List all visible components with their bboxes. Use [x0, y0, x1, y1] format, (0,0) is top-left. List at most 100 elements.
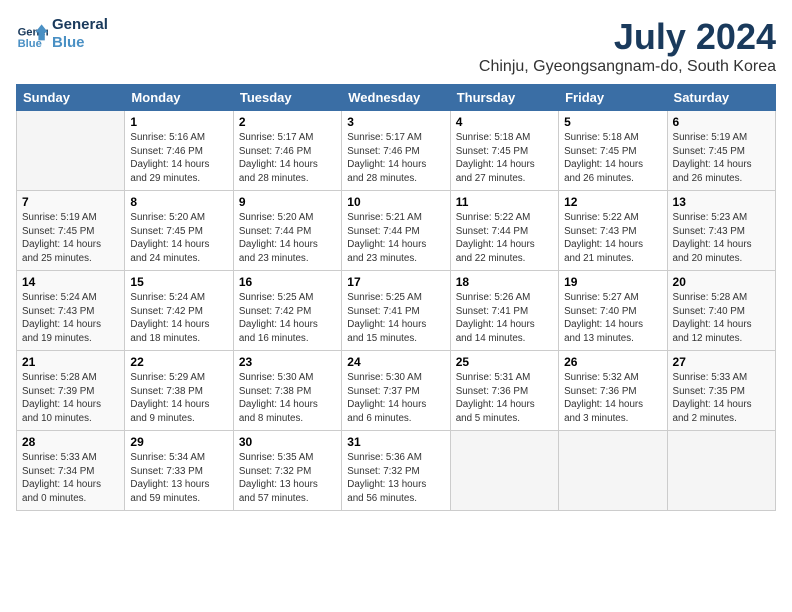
day-number: 25 — [456, 355, 553, 369]
day-info: Sunrise: 5:19 AM Sunset: 7:45 PM Dayligh… — [22, 211, 119, 266]
header-saturday: Saturday — [667, 85, 775, 111]
day-number: 28 — [22, 435, 119, 449]
calendar-header-row: SundayMondayTuesdayWednesdayThursdayFrid… — [17, 85, 776, 111]
calendar-day-11: 11 Sunrise: 5:22 AM Sunset: 7:44 PM Dayli… — [450, 191, 558, 271]
title-block: July 2024 Chinju, Gyeongsangnam-do, Sout… — [479, 16, 776, 76]
day-info: Sunrise: 5:31 AM Sunset: 7:36 PM Dayligh… — [456, 371, 553, 426]
day-info: Sunrise: 5:33 AM Sunset: 7:34 PM Dayligh… — [22, 451, 119, 506]
calendar-day-14: 14Sunrise: 5:24 AM Sunset: 7:43 PM Dayli… — [17, 271, 125, 351]
day-info: Sunrise: 5:17 AM Sunset: 7:46 PM Dayligh… — [347, 131, 444, 186]
calendar-day-13: 13Sunrise: 5:23 AM Sunset: 7:43 PM Dayli… — [667, 191, 775, 271]
calendar-day-1: 1 Sunrise: 5:16 AM Sunset: 7:46 PM Daylig… — [125, 111, 233, 191]
calendar-day-21: 21Sunrise: 5:28 AM Sunset: 7:39 PM Dayli… — [17, 351, 125, 431]
day-number: 30 — [239, 435, 336, 449]
day-info: Sunrise: 5:20 AM Sunset: 7:45 PM Dayligh… — [130, 211, 227, 266]
calendar-day-18: 18Sunrise: 5:26 AM Sunset: 7:41 PM Dayli… — [450, 271, 558, 351]
day-info: Sunrise: 5:22 AM Sunset: 7:44 PM Dayligh… — [456, 211, 553, 266]
calendar-day-15: 15 Sunrise: 5:24 AM Sunset: 7:42 PM Dayli… — [125, 271, 233, 351]
logo-icon: General Blue — [16, 18, 48, 50]
svg-text:Blue: Blue — [18, 38, 42, 50]
calendar-week-row: 1 Sunrise: 5:16 AM Sunset: 7:46 PM Daylig… — [17, 111, 776, 191]
calendar-day-16: 16Sunrise: 5:25 AM Sunset: 7:42 PM Dayli… — [233, 271, 341, 351]
day-number: 29 — [130, 435, 227, 449]
calendar-day-17: 17 Sunrise: 5:25 AM Sunset: 7:41 PM Dayli… — [342, 271, 450, 351]
day-number: 20 — [673, 275, 770, 289]
day-info: Sunrise: 5:32 AM Sunset: 7:36 PM Dayligh… — [564, 371, 661, 426]
header-thursday: Thursday — [450, 85, 558, 111]
day-number: 15 — [130, 275, 227, 289]
day-number: 13 — [673, 195, 770, 209]
calendar-table: SundayMondayTuesdayWednesdayThursdayFrid… — [16, 84, 776, 511]
calendar-day-27: 27 Sunrise: 5:33 AM Sunset: 7:35 PM Dayli… — [667, 351, 775, 431]
calendar-day-28: 28 Sunrise: 5:33 AM Sunset: 7:34 PM Dayli… — [17, 431, 125, 511]
day-info: Sunrise: 5:25 AM Sunset: 7:42 PM Dayligh… — [239, 291, 336, 346]
calendar-day-26: 26 Sunrise: 5:32 AM Sunset: 7:36 PM Dayli… — [559, 351, 667, 431]
calendar-day-empty — [17, 111, 125, 191]
day-number: 14 — [22, 275, 119, 289]
day-number: 7 — [22, 195, 119, 209]
calendar-day-25: 25 Sunrise: 5:31 AM Sunset: 7:36 PM Dayli… — [450, 351, 558, 431]
calendar-day-23: 23 Sunrise: 5:30 AM Sunset: 7:38 PM Dayli… — [233, 351, 341, 431]
calendar-day-5: 5 Sunrise: 5:18 AM Sunset: 7:45 PM Daylig… — [559, 111, 667, 191]
day-number: 23 — [239, 355, 336, 369]
calendar-day-31: 31 Sunrise: 5:36 AM Sunset: 7:32 PM Dayli… — [342, 431, 450, 511]
logo-text-line2: Blue — [52, 34, 108, 52]
day-info: Sunrise: 5:33 AM Sunset: 7:35 PM Dayligh… — [673, 371, 770, 426]
day-number: 5 — [564, 115, 661, 129]
calendar-day-29: 29 Sunrise: 5:34 AM Sunset: 7:33 PM Dayli… — [125, 431, 233, 511]
day-number: 11 — [456, 195, 553, 209]
day-number: 6 — [673, 115, 770, 129]
day-info: Sunrise: 5:18 AM Sunset: 7:45 PM Dayligh… — [564, 131, 661, 186]
calendar-week-row: 28 Sunrise: 5:33 AM Sunset: 7:34 PM Dayli… — [17, 431, 776, 511]
day-info: Sunrise: 5:25 AM Sunset: 7:41 PM Dayligh… — [347, 291, 444, 346]
calendar-day-3: 3Sunrise: 5:17 AM Sunset: 7:46 PM Daylig… — [342, 111, 450, 191]
day-number: 8 — [130, 195, 227, 209]
calendar-day-24: 24 Sunrise: 5:30 AM Sunset: 7:37 PM Dayli… — [342, 351, 450, 431]
day-number: 31 — [347, 435, 444, 449]
day-number: 17 — [347, 275, 444, 289]
day-info: Sunrise: 5:30 AM Sunset: 7:38 PM Dayligh… — [239, 371, 336, 426]
day-info: Sunrise: 5:36 AM Sunset: 7:32 PM Dayligh… — [347, 451, 444, 506]
day-info: Sunrise: 5:20 AM Sunset: 7:44 PM Dayligh… — [239, 211, 336, 266]
day-number: 22 — [130, 355, 227, 369]
day-number: 26 — [564, 355, 661, 369]
day-info: Sunrise: 5:30 AM Sunset: 7:37 PM Dayligh… — [347, 371, 444, 426]
calendar-day-empty — [559, 431, 667, 511]
calendar-day-9: 9 Sunrise: 5:20 AM Sunset: 7:44 PM Daylig… — [233, 191, 341, 271]
day-info: Sunrise: 5:27 AM Sunset: 7:40 PM Dayligh… — [564, 291, 661, 346]
day-number: 12 — [564, 195, 661, 209]
calendar-day-12: 12 Sunrise: 5:22 AM Sunset: 7:43 PM Dayli… — [559, 191, 667, 271]
logo-text-line1: General — [52, 16, 108, 34]
day-info: Sunrise: 5:34 AM Sunset: 7:33 PM Dayligh… — [130, 451, 227, 506]
calendar-day-8: 8 Sunrise: 5:20 AM Sunset: 7:45 PM Daylig… — [125, 191, 233, 271]
header-wednesday: Wednesday — [342, 85, 450, 111]
header-sunday: Sunday — [17, 85, 125, 111]
calendar-day-7: 7 Sunrise: 5:19 AM Sunset: 7:45 PM Daylig… — [17, 191, 125, 271]
header-friday: Friday — [559, 85, 667, 111]
location-title: Chinju, Gyeongsangnam-do, South Korea — [479, 58, 776, 76]
day-number: 2 — [239, 115, 336, 129]
day-number: 18 — [456, 275, 553, 289]
day-info: Sunrise: 5:21 AM Sunset: 7:44 PM Dayligh… — [347, 211, 444, 266]
day-info: Sunrise: 5:28 AM Sunset: 7:39 PM Dayligh… — [22, 371, 119, 426]
day-info: Sunrise: 5:24 AM Sunset: 7:42 PM Dayligh… — [130, 291, 227, 346]
calendar-week-row: 14Sunrise: 5:24 AM Sunset: 7:43 PM Dayli… — [17, 271, 776, 351]
day-info: Sunrise: 5:22 AM Sunset: 7:43 PM Dayligh… — [564, 211, 661, 266]
day-number: 19 — [564, 275, 661, 289]
day-info: Sunrise: 5:28 AM Sunset: 7:40 PM Dayligh… — [673, 291, 770, 346]
day-info: Sunrise: 5:19 AM Sunset: 7:45 PM Dayligh… — [673, 131, 770, 186]
calendar-day-19: 19 Sunrise: 5:27 AM Sunset: 7:40 PM Dayli… — [559, 271, 667, 351]
day-info: Sunrise: 5:16 AM Sunset: 7:46 PM Dayligh… — [130, 131, 227, 186]
day-number: 9 — [239, 195, 336, 209]
month-title: July 2024 — [479, 16, 776, 58]
day-number: 1 — [130, 115, 227, 129]
day-number: 10 — [347, 195, 444, 209]
page-header: General Blue General Blue July 2024 Chin… — [16, 16, 776, 76]
day-number: 24 — [347, 355, 444, 369]
logo: General Blue General Blue — [16, 16, 108, 52]
header-tuesday: Tuesday — [233, 85, 341, 111]
calendar-day-4: 4Sunrise: 5:18 AM Sunset: 7:45 PM Daylig… — [450, 111, 558, 191]
calendar-day-6: 6 Sunrise: 5:19 AM Sunset: 7:45 PM Daylig… — [667, 111, 775, 191]
day-number: 27 — [673, 355, 770, 369]
day-number: 4 — [456, 115, 553, 129]
